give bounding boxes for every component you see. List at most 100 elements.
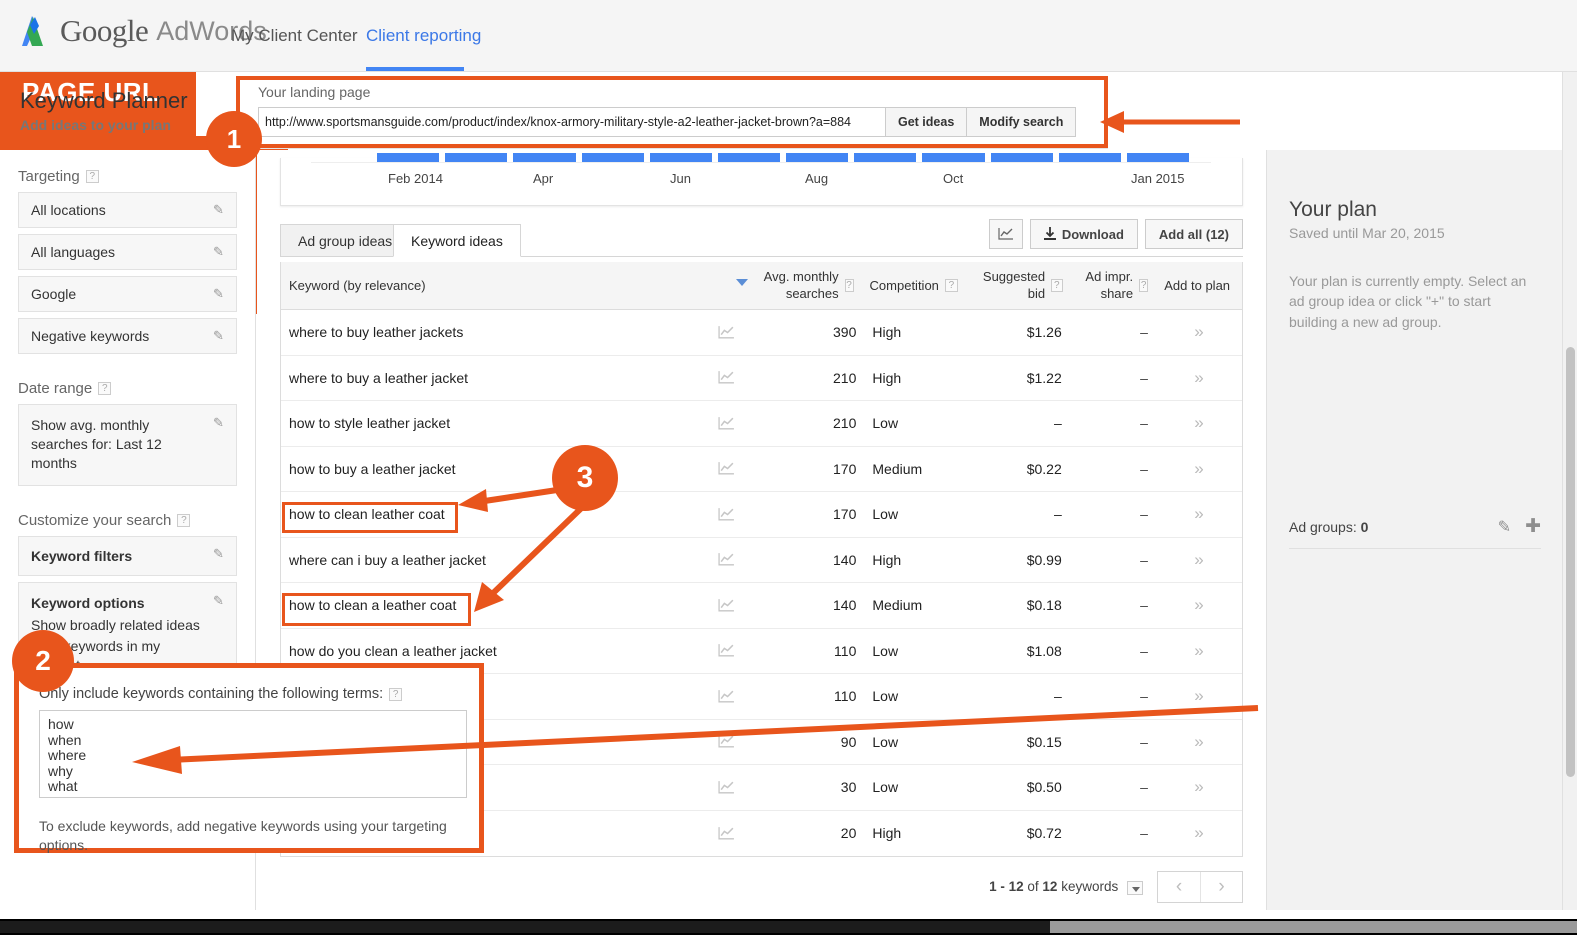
top-navigation-bar: Google AdWords My Client Center Client r…	[0, 0, 1577, 72]
pencil-icon[interactable]: ✎	[213, 202, 227, 216]
horizontal-scrollbar[interactable]	[0, 919, 1577, 935]
table-row[interactable]: how to style leather jacket210Low––»	[281, 401, 1242, 447]
pencil-icon[interactable]: ✎	[213, 546, 227, 560]
table-toolbar: Download Add all (12)	[989, 219, 1243, 249]
sidebar-item-date-range[interactable]: Show avg. monthly searches for: Last 12 …	[18, 404, 237, 486]
pencil-icon[interactable]: ✎	[213, 414, 227, 428]
line-chart-icon	[718, 325, 735, 340]
cell-competition: High	[864, 370, 964, 386]
sidebar-item-google[interactable]: Google ✎	[18, 276, 237, 312]
cell-sparkline[interactable]	[704, 507, 750, 522]
add-to-plan-button[interactable]: »	[1156, 368, 1242, 388]
pencil-icon[interactable]: ✎	[213, 328, 227, 342]
help-icon[interactable]: ?	[86, 170, 99, 183]
vertical-scrollbar[interactable]	[1562, 72, 1577, 910]
horizontal-scrollbar-thumb[interactable]	[0, 921, 1050, 933]
chart-bar	[377, 153, 439, 162]
cell-suggested-bid: $0.22	[965, 461, 1070, 477]
cell-sparkline[interactable]	[704, 598, 750, 613]
cell-suggested-bid: $0.72	[965, 825, 1070, 841]
cell-sparkline[interactable]	[704, 643, 750, 658]
pagination-summary: 1 - 12 of 12 keywords	[989, 879, 1143, 894]
tab-keyword-ideas[interactable]: Keyword ideas	[393, 224, 521, 257]
add-to-plan-button[interactable]: »	[1156, 504, 1242, 524]
line-chart-icon	[718, 598, 735, 613]
table-row[interactable]: how to buy a leather jacket170Medium$0.2…	[281, 447, 1242, 493]
table-row[interactable]: where to buy leather jackets390High$1.26…	[281, 310, 1242, 356]
chevron-down-icon[interactable]	[1127, 881, 1143, 895]
add-to-plan-button[interactable]: »	[1156, 595, 1242, 615]
cell-avg-monthly-searches: 390	[750, 324, 865, 340]
cell-avg-monthly-searches: 140	[750, 597, 865, 613]
cell-avg-monthly-searches: 110	[750, 643, 865, 659]
cell-keyword: how do you clean a leather jacket	[281, 643, 704, 659]
help-icon[interactable]: ?	[1139, 279, 1148, 292]
cell-ad-impr-share: –	[1070, 461, 1156, 477]
help-icon[interactable]: ?	[945, 279, 958, 292]
cell-competition: Low	[864, 643, 964, 659]
add-to-plan-button[interactable]: »	[1156, 413, 1242, 433]
page-title: Keyword Planner	[20, 88, 188, 114]
nav-client-reporting[interactable]: Client reporting	[366, 26, 481, 46]
add-to-plan-button[interactable]: »	[1156, 823, 1242, 843]
add-to-plan-button[interactable]: »	[1156, 550, 1242, 570]
sidebar-item-all-locations[interactable]: All locations ✎	[18, 192, 237, 228]
column-keyword[interactable]: Keyword (by relevance)	[281, 262, 701, 309]
cell-ad-impr-share: –	[1070, 825, 1156, 841]
cell-sparkline[interactable]	[704, 552, 750, 567]
add-to-plan-button[interactable]: »	[1156, 459, 1242, 479]
cell-sparkline[interactable]	[704, 370, 750, 385]
cell-sparkline[interactable]	[704, 416, 750, 431]
chart-bar	[786, 153, 848, 162]
cell-sparkline[interactable]	[704, 325, 750, 340]
cell-suggested-bid: –	[965, 506, 1070, 522]
help-icon[interactable]: ?	[389, 688, 402, 701]
nav-my-client-center[interactable]: My Client Center	[231, 26, 358, 46]
cell-suggested-bid: $0.18	[965, 597, 1070, 613]
plus-icon[interactable]: ✚	[1525, 515, 1541, 538]
next-page-button[interactable]: ›	[1200, 872, 1242, 902]
chart-toggle-button[interactable]	[989, 219, 1023, 249]
horizontal-scrollbar-track[interactable]	[1050, 921, 1577, 933]
filter-overlay-note: To exclude keywords, add negative keywor…	[39, 817, 459, 855]
sidebar-item-all-languages[interactable]: All languages ✎	[18, 234, 237, 270]
tab-ad-group-ideas[interactable]: Ad group ideas	[280, 224, 410, 257]
line-chart-icon	[718, 643, 735, 658]
chart-x-axis: Feb 2014 Apr Jun Aug Oct Jan 2015	[281, 171, 1244, 191]
help-icon[interactable]: ?	[1051, 279, 1062, 292]
table-row[interactable]: where to buy a leather jacket210High$1.2…	[281, 356, 1242, 402]
vertical-scrollbar-thumb[interactable]	[1566, 347, 1575, 777]
axis-tick: Jan 2015	[1131, 171, 1185, 186]
help-icon[interactable]: ?	[177, 514, 190, 527]
sidebar-item-keyword-filters[interactable]: Keyword filters ✎	[18, 536, 237, 576]
help-icon[interactable]: ?	[845, 279, 854, 292]
line-chart-icon	[718, 370, 735, 385]
table-row[interactable]: where can i buy a leather jacket140High$…	[281, 538, 1242, 584]
column-ad-impr-share[interactable]: Ad impr. share ?	[1071, 262, 1157, 309]
previous-page-button[interactable]: ‹	[1158, 872, 1200, 902]
column-suggested-bid[interactable]: Suggested bid ?	[966, 262, 1071, 309]
pagination-range: 1 - 12	[989, 879, 1024, 894]
column-avg-monthly-searches[interactable]: Avg. monthly searches ?	[748, 262, 862, 309]
download-button[interactable]: Download	[1030, 219, 1138, 249]
pencil-icon[interactable]: ✎	[213, 244, 227, 258]
download-icon	[1044, 227, 1056, 241]
pencil-icon[interactable]: ✎	[213, 592, 227, 606]
pencil-icon[interactable]: ✎	[1498, 517, 1511, 537]
sidebar-item-negative-keywords[interactable]: Negative keywords ✎	[18, 318, 237, 354]
cell-sparkline[interactable]	[704, 826, 750, 841]
cell-sparkline[interactable]	[704, 461, 750, 476]
cell-keyword: where to buy a leather jacket	[281, 370, 704, 386]
cell-ad-impr-share: –	[1070, 415, 1156, 431]
annotation-callout-3: 3	[552, 445, 618, 511]
sort-descending-icon	[736, 279, 748, 286]
add-to-plan-button[interactable]: »	[1156, 641, 1242, 661]
cell-competition: Low	[864, 415, 964, 431]
pencil-icon[interactable]: ✎	[213, 286, 227, 300]
column-competition[interactable]: Competition ?	[862, 262, 966, 309]
cell-avg-monthly-searches: 170	[750, 506, 865, 522]
help-icon[interactable]: ?	[98, 382, 111, 395]
add-to-plan-button[interactable]: »	[1156, 322, 1242, 342]
cell-suggested-bid: $1.26	[965, 324, 1070, 340]
add-all-button[interactable]: Add all (12)	[1145, 219, 1243, 249]
